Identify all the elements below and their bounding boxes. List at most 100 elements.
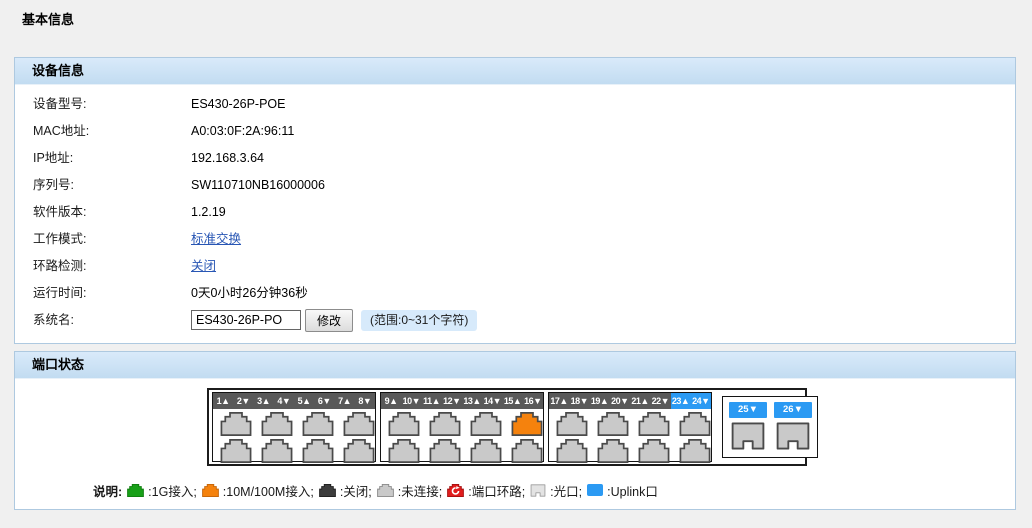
- row-serial-number: 序列号: SW110710NB16000006: [15, 172, 1015, 199]
- legend-rj45-icon-0: [127, 484, 144, 497]
- port-group-3-header: 17▲18▼19▲20▼21▲22▼23▲24▼: [549, 393, 711, 409]
- port-15-icon: [510, 412, 544, 436]
- port-10-icon: [387, 439, 421, 463]
- legend-item-4: :端口环路;: [447, 481, 525, 500]
- port-19-icon: [596, 412, 630, 436]
- row-ip-address: IP地址: 192.168.3.64: [15, 145, 1015, 172]
- software-version-value: 1.2.19: [191, 199, 226, 226]
- port-label-8: 8▼: [355, 393, 375, 409]
- port-6-icon: [301, 439, 335, 463]
- row-mac-address: MAC地址: A0:03:0F:2A:96:11: [15, 118, 1015, 145]
- port-label-16: 16▼: [523, 393, 543, 409]
- work-mode-label: 工作模式:: [33, 226, 86, 253]
- fiber-port-group: 25▼ 26▼: [722, 396, 818, 458]
- port-label-20: 20▼: [610, 393, 630, 409]
- loop-detect-link[interactable]: 关闭: [191, 253, 216, 280]
- port-7-icon: [342, 412, 376, 436]
- port-4-icon: [260, 439, 294, 463]
- legend-rj45-icon-1: [202, 484, 219, 497]
- row-software-version: 软件版本: 1.2.19: [15, 199, 1015, 226]
- port-label-4: 4▼: [274, 393, 294, 409]
- port-label-19: 19▲: [590, 393, 610, 409]
- port-label-14: 14▼: [482, 393, 502, 409]
- port-legend: 说明: :1G接入; :10M/100M接入; :关闭; :未连接; :端口环路; :光口…: [93, 480, 663, 500]
- port-1-icon: [219, 412, 253, 436]
- fiber-port-26: 26▼: [774, 402, 812, 457]
- ip-address-value: 192.168.3.64: [191, 145, 264, 172]
- mac-address-value: A0:03:0F:2A:96:11: [191, 118, 294, 145]
- port-22-icon: [637, 439, 671, 463]
- legend-rj45-icon-3: [377, 484, 394, 497]
- legend-item-5: :光口;: [530, 481, 582, 500]
- port-label-1: 1▲: [213, 393, 233, 409]
- port-13-icon: [469, 412, 503, 436]
- port-label-21: 21▲: [630, 393, 650, 409]
- port-2-icon: [219, 439, 253, 463]
- system-name-input[interactable]: [191, 310, 301, 330]
- port-14-icon: [469, 439, 503, 463]
- port-9-icon: [387, 412, 421, 436]
- port-label-24: 24▼: [691, 393, 711, 409]
- port-group-2-header: 9▲10▼11▲12▼13▲14▼15▲16▼: [381, 393, 543, 409]
- fiber-port-25: 25▼: [729, 402, 767, 457]
- legend-title: 说明:: [93, 481, 122, 500]
- port-status-header: 端口状态: [15, 352, 1015, 379]
- port-3-icon: [260, 412, 294, 436]
- port-12-icon: [428, 439, 462, 463]
- port-label-11: 11▲: [422, 393, 442, 409]
- row-device-model: 设备型号: ES430-26P-POE: [15, 91, 1015, 118]
- device-info-header: 设备信息: [15, 58, 1015, 85]
- port-label-12: 12▼: [442, 393, 462, 409]
- ports-grid: [549, 409, 711, 463]
- port-label-10: 10▼: [401, 393, 421, 409]
- legend-fiber-icon: [530, 484, 546, 497]
- port-24-icon: [678, 439, 712, 463]
- device-info-panel: 设备信息 设备型号: ES430-26P-POE MAC地址: A0:03:0F…: [14, 57, 1016, 344]
- legend-item-6: :Uplink口: [587, 481, 658, 500]
- port-21-icon: [637, 412, 671, 436]
- legend-item-1: :10M/100M接入;: [202, 481, 314, 500]
- port-label-22: 22▼: [650, 393, 670, 409]
- port-label-17: 17▲: [549, 393, 569, 409]
- legend-item-1-text: :10M/100M接入;: [223, 481, 314, 500]
- legend-rj45-icon-2: [319, 484, 336, 497]
- legend-item-0: :1G接入;: [127, 481, 197, 500]
- port-label-18: 18▼: [569, 393, 589, 409]
- modify-button[interactable]: 修改: [305, 309, 353, 332]
- legend-item-3: :未连接;: [377, 481, 442, 500]
- serial-number-value: SW110710NB16000006: [191, 172, 325, 199]
- port-17-icon: [555, 412, 589, 436]
- legend-item-2-text: :关闭;: [340, 481, 372, 500]
- legend-item-0-text: :1G接入;: [148, 481, 197, 500]
- mac-address-label: MAC地址:: [33, 118, 89, 145]
- legend-item-5-text: :光口;: [550, 481, 582, 500]
- port-label-13: 13▲: [462, 393, 482, 409]
- port-label-26: 26▼: [774, 402, 812, 418]
- port-label-7: 7▲: [335, 393, 355, 409]
- row-loop-detect: 环路检测: 关闭: [15, 253, 1015, 280]
- port-label-9: 9▲: [381, 393, 401, 409]
- port-label-2: 2▼: [233, 393, 253, 409]
- work-mode-link[interactable]: 标准交换: [191, 226, 241, 253]
- legend-uplink-icon: [587, 484, 603, 496]
- port-status-panel: 端口状态 1▲2▼3▲4▼5▲6▼7▲8▼9▲10▼11▲12▼13▲14▼15…: [14, 351, 1016, 510]
- ports-grid: [213, 409, 375, 463]
- port-18-icon: [555, 439, 589, 463]
- port-label-23: 23▲: [671, 393, 691, 409]
- port-label-25: 25▼: [729, 402, 767, 418]
- uptime-label: 运行时间:: [33, 280, 86, 307]
- port-diagram: 1▲2▼3▲4▼5▲6▼7▲8▼9▲10▼11▲12▼13▲14▼15▲16▼1…: [207, 388, 807, 466]
- legend-item-6-text: :Uplink口: [607, 481, 658, 500]
- port-label-15: 15▲: [503, 393, 523, 409]
- port-25-icon: [729, 422, 767, 450]
- port-8-icon: [342, 439, 376, 463]
- system-name-label: 系统名:: [33, 307, 74, 334]
- serial-number-label: 序列号:: [33, 172, 74, 199]
- loop-detect-label: 环路检测:: [33, 253, 86, 280]
- legend-item-4-text: :端口环路;: [468, 481, 525, 500]
- row-system-name: 系统名: 修改 (范围:0~31个字符): [15, 307, 1015, 334]
- device-model-label: 设备型号:: [33, 91, 86, 118]
- uptime-value: 0天0小时26分钟36秒: [191, 280, 308, 307]
- port-16-icon: [510, 439, 544, 463]
- software-version-label: 软件版本:: [33, 199, 86, 226]
